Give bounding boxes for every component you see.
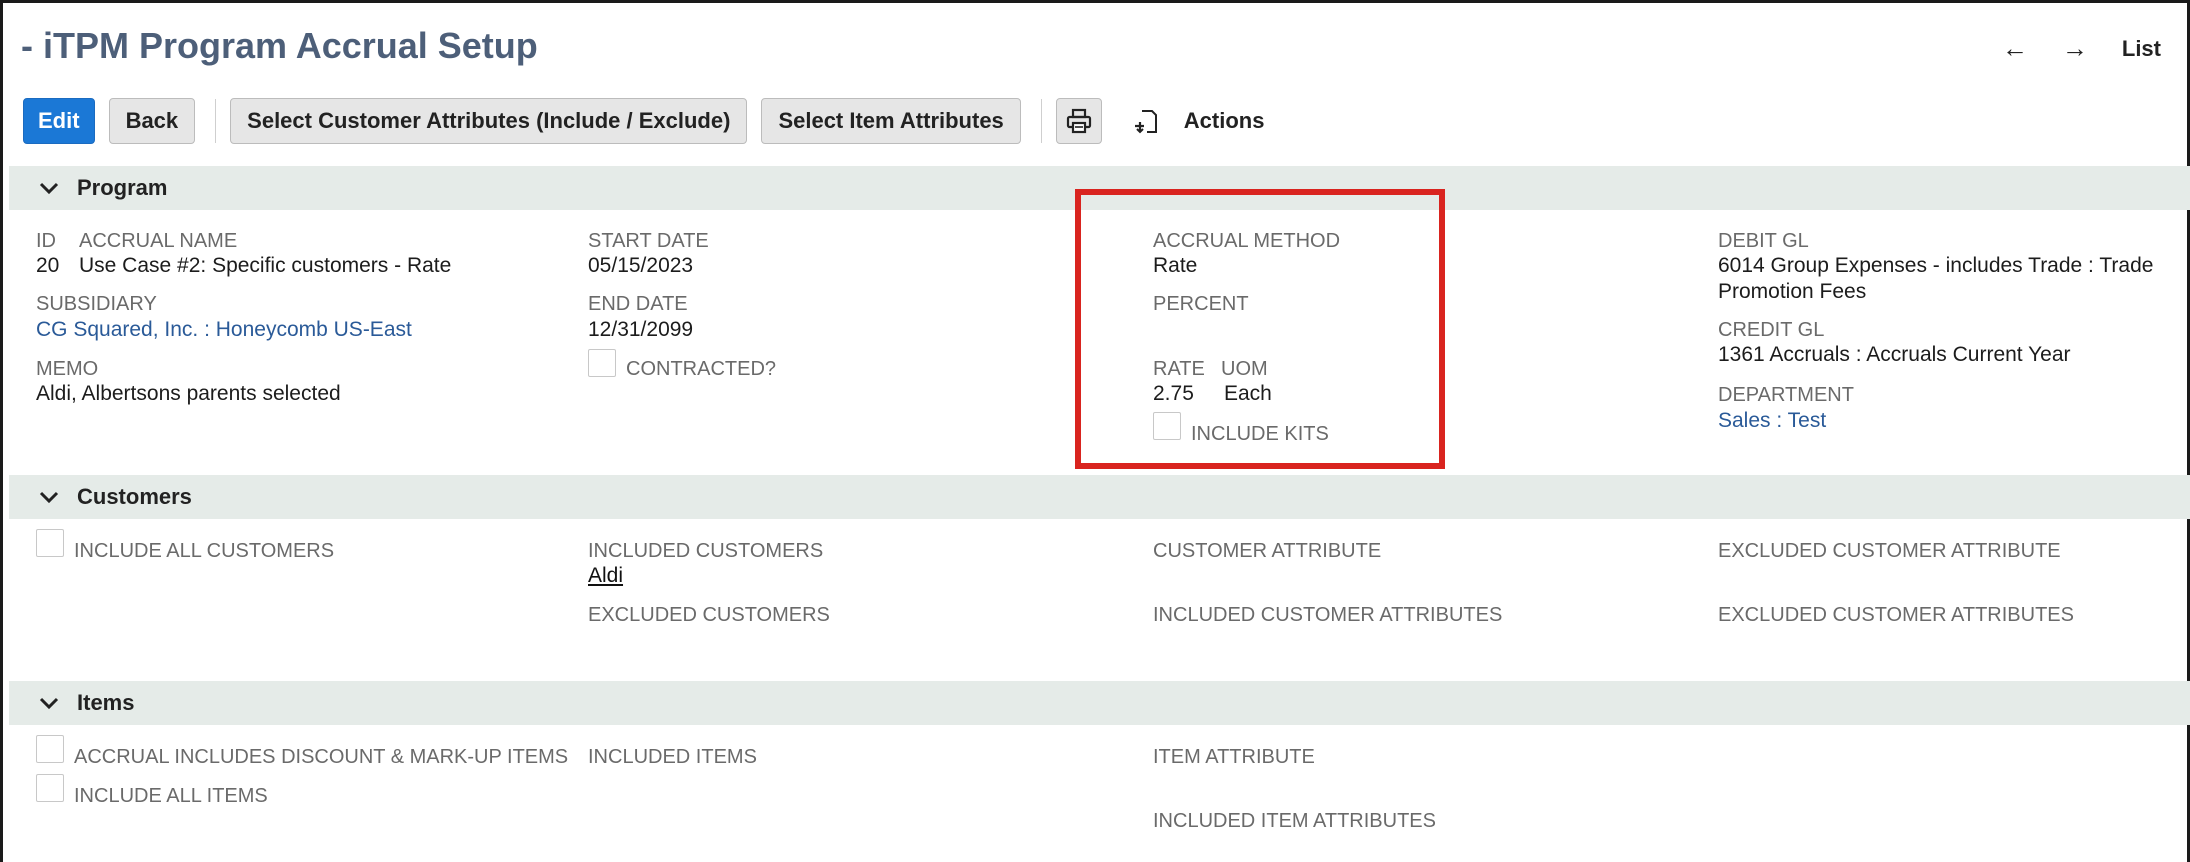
customer-attribute-label: CUSTOMER ATTRIBUTE [1153, 540, 1382, 562]
record-navigation: ← → List [2002, 33, 2161, 64]
accrual-includes-discount-label: ACCRUAL INCLUDES DISCOUNT & MARK-UP ITEM… [74, 746, 569, 768]
toolbar-divider [215, 99, 217, 143]
debit-gl-label: DEBIT GL [1718, 230, 1809, 252]
debit-gl-value-line1: 6014 Group Expenses - includes Trade : T… [1718, 254, 2154, 277]
subsidiary-label: SUBSIDIARY [36, 293, 157, 315]
excluded-customer-attributes-label: EXCLUDED CUSTOMER ATTRIBUTES [1718, 604, 2074, 626]
select-item-attributes-button: Select Item Attributes [761, 98, 1021, 144]
debit-gl-value-line2: Promotion Fees [1718, 280, 1867, 303]
select-customer-attributes-button[interactable]: Select Customer Attributes (Include / Ex… [230, 98, 748, 144]
end-date-value: 12/31/2099 [588, 318, 694, 341]
section-items-title: Items [77, 690, 135, 715]
included-customers-label: INCLUDED CUSTOMERS [588, 540, 824, 562]
id-label: ID [36, 230, 56, 252]
chevron-down-icon [39, 490, 59, 504]
included-customer-attributes-label: INCLUDED CUSTOMER ATTRIBUTES [1153, 604, 1503, 626]
download-icon [1134, 110, 1157, 134]
credit-gl-value: 1361 Accruals : Accruals Current Year [1718, 343, 2071, 366]
highlight-box [1075, 189, 1445, 469]
actions-menu[interactable]: Actions [1184, 108, 1265, 134]
accrual-name-label: ACCRUAL NAME [79, 230, 238, 252]
department-label: DEPARTMENT [1718, 384, 1854, 406]
subsidiary-link[interactable]: CG Squared, Inc. : Honeycomb US-East [36, 317, 412, 342]
accrual-includes-discount-checkbox[interactable] [36, 735, 64, 763]
back-button[interactable]: Back [108, 98, 196, 144]
item-attribute-label: ITEM ATTRIBUTE [1153, 746, 1315, 768]
excluded-customer-attribute-label: EXCLUDED CUSTOMER ATTRIBUTE [1718, 540, 2061, 562]
section-customers-title: Customers [77, 484, 192, 509]
contracted-checkbox[interactable] [588, 349, 616, 377]
excluded-customers-label: EXCLUDED CUSTOMERS [588, 604, 830, 626]
memo-label: MEMO [36, 358, 99, 380]
start-date-value: 05/15/2023 [588, 254, 694, 277]
edit-button[interactable]: Edit [23, 98, 95, 144]
included-items-label: INCLUDED ITEMS [588, 746, 757, 768]
page-frame: - iTPM Program Accrual Setup ← → List Ed… [0, 0, 2190, 862]
end-date-label: END DATE [588, 293, 688, 315]
include-all-items-label: INCLUDE ALL ITEMS [74, 785, 268, 807]
credit-gl-label: CREDIT GL [1718, 319, 1825, 341]
section-customers-header[interactable]: Customers [9, 475, 2190, 519]
contracted-label: CONTRACTED? [626, 358, 777, 380]
printer-icon [1066, 108, 1091, 134]
department-link[interactable]: Sales : Test [1718, 408, 1826, 433]
id-value: 20 [36, 254, 60, 277]
accrual-name-value: Use Case #2: Specific customers - Rate [79, 254, 452, 277]
chevron-down-icon [39, 696, 59, 710]
section-program-title: Program [77, 175, 168, 200]
include-all-items-checkbox[interactable] [36, 774, 64, 802]
toolbar: Edit Back Select Customer Attributes (In… [23, 98, 1264, 144]
page-title: - iTPM Program Accrual Setup [21, 25, 538, 66]
start-date-label: START DATE [588, 230, 709, 252]
toolbar-divider [1040, 99, 1042, 143]
next-record-arrow-icon[interactable]: → [2062, 33, 2088, 64]
section-items-header[interactable]: Items [9, 681, 2190, 725]
chevron-down-icon [39, 181, 59, 195]
list-link[interactable]: List [2122, 36, 2161, 62]
export-button[interactable] [1128, 98, 1164, 144]
print-button[interactable] [1055, 98, 1102, 144]
included-item-attributes-label: INCLUDED ITEM ATTRIBUTES [1153, 810, 1436, 832]
previous-record-arrow-icon[interactable]: ← [2002, 33, 2028, 64]
include-all-customers-checkbox[interactable] [36, 529, 64, 557]
included-customer-link[interactable]: Aldi [588, 563, 623, 588]
include-all-customers-label: INCLUDE ALL CUSTOMERS [74, 540, 335, 562]
memo-value: Aldi, Albertsons parents selected [36, 382, 341, 405]
